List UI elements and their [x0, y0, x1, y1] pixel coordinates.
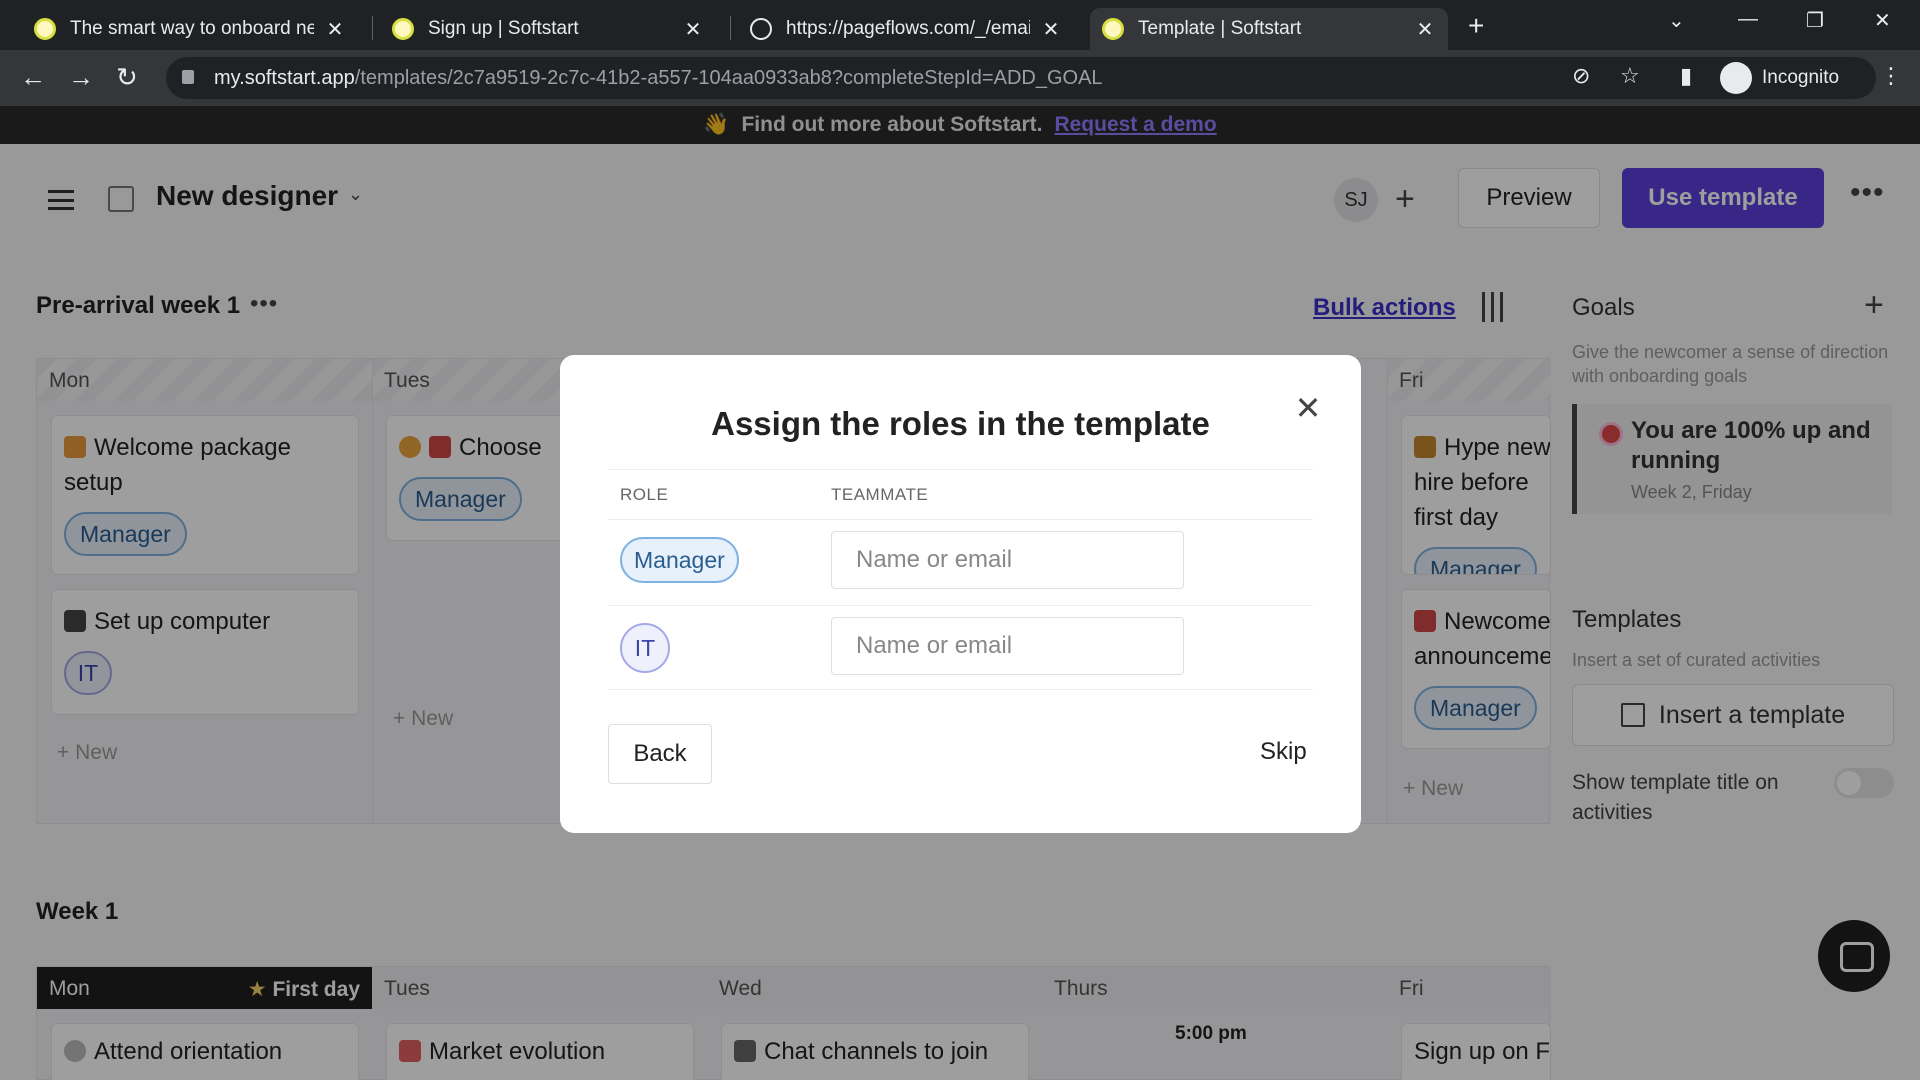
- softstart-favicon-icon: [34, 18, 56, 40]
- profile-incognito[interactable]: Incognito: [1720, 62, 1839, 94]
- divider: [608, 689, 1313, 690]
- softstart-favicon-icon: [392, 18, 414, 40]
- close-icon[interactable]: ✕: [682, 17, 704, 42]
- url-path: /templates/2c7a9519-2c7c-41b2-a557-104aa…: [354, 66, 1103, 89]
- teammate-input-it[interactable]: [831, 617, 1184, 675]
- side-panel-icon[interactable]: ▮: [1680, 63, 1692, 89]
- column-header-role: ROLE: [620, 485, 669, 504]
- minimize-icon[interactable]: —: [1738, 8, 1758, 31]
- window-close-icon[interactable]: ✕: [1874, 8, 1891, 33]
- modal-title: Assign the roles in the template: [711, 405, 1210, 442]
- divider: [608, 605, 1313, 606]
- forward-arrow-icon[interactable]: →: [68, 62, 94, 93]
- tab-title: https://pageflows.com/_/emails/_: [786, 18, 1030, 39]
- back-button[interactable]: Back: [608, 724, 712, 784]
- divider: [608, 519, 1313, 520]
- eye-off-icon[interactable]: ⊘: [1572, 63, 1590, 89]
- tab-title: Template | Softstart: [1138, 18, 1302, 39]
- incognito-icon: [1720, 62, 1752, 94]
- role-pill-manager: Manager: [620, 537, 739, 583]
- browser-tab[interactable]: Sign up | Softstart ✕: [380, 8, 716, 50]
- back-arrow-icon[interactable]: ←: [20, 62, 46, 93]
- browser-tab[interactable]: https://pageflows.com/_/emails/_ ✕: [738, 8, 1074, 50]
- tab-search-icon[interactable]: ⌄: [1668, 8, 1685, 33]
- close-icon[interactable]: ✕: [1293, 392, 1323, 424]
- close-icon[interactable]: ✕: [1414, 17, 1436, 42]
- tab-title: The smart way to onboard new h: [70, 18, 314, 39]
- browser-tab[interactable]: The smart way to onboard new h ✕: [22, 8, 358, 50]
- teammate-input-manager[interactable]: [831, 531, 1184, 589]
- column-header-teammate: TEAMMATE: [831, 485, 929, 504]
- softstart-favicon-icon: [1102, 18, 1124, 40]
- role-pill-it: IT: [620, 623, 670, 673]
- close-icon[interactable]: ✕: [324, 17, 346, 42]
- lock-icon[interactable]: [182, 70, 194, 84]
- new-tab-icon[interactable]: +: [1468, 10, 1484, 42]
- divider: [608, 469, 1313, 470]
- tab-title: Sign up | Softstart: [428, 18, 579, 39]
- reload-icon[interactable]: ↻: [116, 62, 138, 93]
- browser-tab-active[interactable]: Template | Softstart ✕: [1090, 8, 1448, 50]
- close-icon[interactable]: ✕: [1040, 17, 1062, 42]
- assign-roles-modal: Assign the roles in the template ✕ ROLE …: [560, 355, 1361, 833]
- tab-divider: [730, 16, 731, 40]
- browser-tab-bar: The smart way to onboard new h ✕ Sign up…: [0, 0, 1920, 50]
- tab-divider: [372, 16, 373, 40]
- restore-icon[interactable]: ❐: [1806, 8, 1824, 33]
- browser-toolbar: ← → ↻ my.softstart.app/templates/2c7a951…: [0, 50, 1920, 106]
- skip-button[interactable]: Skip: [1260, 738, 1307, 766]
- kebab-menu-icon[interactable]: ⋮: [1880, 63, 1902, 89]
- star-icon[interactable]: ☆: [1620, 63, 1640, 89]
- profile-label: Incognito: [1762, 67, 1840, 88]
- url-host: my.softstart.app: [214, 66, 355, 89]
- globe-icon: [750, 18, 772, 40]
